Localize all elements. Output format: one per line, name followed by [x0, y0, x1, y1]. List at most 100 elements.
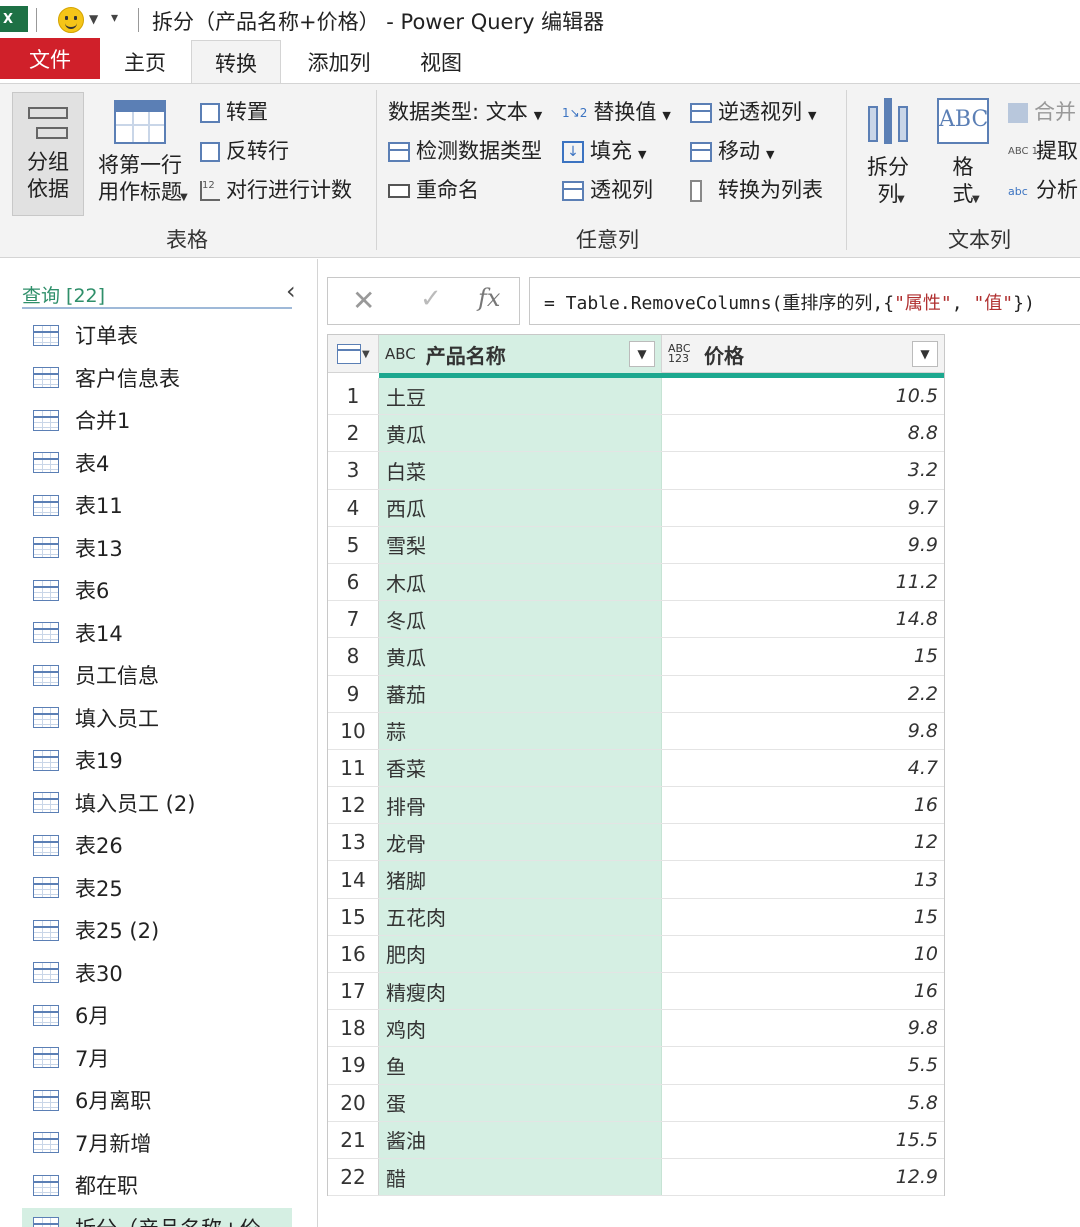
table-row[interactable]: 3 白菜 3.2 — [328, 452, 944, 490]
cell-product-name[interactable]: 醋 — [379, 1158, 662, 1196]
table-row[interactable]: 6 木瓜 11.2 — [328, 563, 944, 602]
feedback-smiley-icon[interactable] — [58, 7, 84, 33]
query-item[interactable]: 表14 — [22, 613, 292, 653]
table-row[interactable]: 21 酱油 15.5 — [328, 1121, 944, 1159]
table-row[interactable]: 13 龙骨 12 — [328, 824, 944, 862]
feedback-dropdown-icon[interactable]: ▼ — [89, 12, 98, 26]
extract-button[interactable]: ABC 123提取 — [1008, 135, 1078, 165]
query-item[interactable]: 客户信息表 — [22, 358, 292, 398]
cell-price[interactable]: 15.5 — [662, 1122, 944, 1158]
table-row[interactable]: 18 鸡肉 9.8 — [328, 1010, 944, 1048]
query-item[interactable]: 订单表 — [22, 315, 292, 355]
query-item[interactable]: 表25 (2) — [22, 910, 292, 950]
query-item[interactable]: 员工信息 — [22, 655, 292, 695]
query-item[interactable]: 6月离职 — [22, 1080, 292, 1120]
row-number[interactable]: 15 — [328, 898, 379, 935]
table-row[interactable]: 16 肥肉 10 — [328, 935, 944, 973]
query-item[interactable]: 表30 — [22, 953, 292, 993]
cell-product-name[interactable]: 雪梨 — [379, 526, 662, 563]
tab-view[interactable]: 视图 — [403, 40, 479, 83]
cell-product-name[interactable]: 香菜 — [379, 749, 662, 787]
table-row[interactable]: 20 蛋 5.8 — [328, 1084, 944, 1122]
convert-to-list-button[interactable]: 转换为列表 — [690, 174, 823, 204]
row-number[interactable]: 10 — [328, 712, 379, 749]
row-number[interactable]: 17 — [328, 973, 379, 1010]
cancel-formula-icon[interactable]: ✕ — [352, 284, 375, 317]
query-item[interactable]: 7月新增 — [22, 1123, 292, 1163]
cell-product-name[interactable]: 酱油 — [379, 1121, 662, 1158]
row-number[interactable]: 18 — [328, 1010, 379, 1047]
split-column-button[interactable]: 拆分 列 — [858, 94, 918, 208]
cell-price[interactable]: 13 — [662, 861, 944, 897]
cell-product-name[interactable]: 蕃茄 — [379, 675, 662, 712]
row-number[interactable]: 11 — [328, 749, 379, 787]
cell-price[interactable]: 10.5 — [662, 378, 944, 414]
cell-product-name[interactable]: 西瓜 — [379, 489, 662, 526]
cell-product-name[interactable]: 黄瓜 — [379, 638, 662, 675]
reverse-rows-button[interactable]: 反转行 — [200, 135, 289, 165]
transpose-button[interactable]: 转置 — [200, 96, 268, 126]
table-row[interactable]: 17 精瘦肉 16 — [328, 973, 944, 1011]
cell-price[interactable]: 9.8 — [662, 713, 944, 749]
cell-price[interactable]: 3.2 — [662, 452, 944, 488]
cell-price[interactable]: 4.7 — [662, 750, 944, 786]
query-item[interactable]: 填入员工 (2) — [22, 783, 292, 823]
cell-product-name[interactable]: 肥肉 — [379, 935, 662, 972]
tab-transform[interactable]: 转换 — [191, 40, 281, 84]
table-row[interactable]: 2 黄瓜 8.8 — [328, 415, 944, 453]
row-number[interactable]: 20 — [328, 1084, 379, 1121]
cell-product-name[interactable]: 白菜 — [379, 452, 662, 489]
use-first-row-dropdown-icon[interactable]: ▼ — [180, 192, 188, 203]
row-number[interactable]: 1 — [328, 378, 379, 415]
cell-product-name[interactable]: 龙骨 — [379, 824, 662, 861]
filter-dropdown-icon[interactable]: ▼ — [912, 341, 938, 367]
row-number[interactable]: 16 — [328, 935, 379, 972]
cell-price[interactable]: 12 — [662, 824, 944, 860]
query-item[interactable]: 表13 — [22, 528, 292, 568]
cell-price[interactable]: 12.9 — [662, 1159, 944, 1195]
row-number[interactable]: 8 — [328, 638, 379, 675]
row-number[interactable]: 7 — [328, 601, 379, 638]
table-row[interactable]: 5 雪梨 9.9 — [328, 526, 944, 564]
query-item[interactable]: 表25 — [22, 868, 292, 908]
use-first-row-button[interactable]: 将第一行 用作标题 — [88, 94, 192, 206]
data-type-dropdown[interactable]: 数据类型: 文本 ▼ — [388, 96, 542, 126]
table-row[interactable]: 1 土豆 10.5 — [328, 378, 944, 416]
customize-toolbar-icon[interactable]: ▾ — [111, 10, 118, 26]
any-type-icon[interactable]: ABC 123 — [668, 343, 694, 364]
row-number[interactable]: 21 — [328, 1121, 379, 1158]
cell-price[interactable]: 15 — [662, 638, 944, 674]
row-number[interactable]: 5 — [328, 526, 379, 563]
query-item[interactable]: 合并1 — [22, 400, 292, 440]
tab-add-column[interactable]: 添加列 — [292, 40, 386, 83]
cell-price[interactable]: 9.7 — [662, 490, 944, 526]
cell-price[interactable]: 9.9 — [662, 527, 944, 563]
query-item[interactable]: 填入员工 — [22, 698, 292, 738]
table-row[interactable]: 7 冬瓜 14.8 — [328, 601, 944, 639]
table-row[interactable]: 9 蕃茄 2.2 — [328, 675, 944, 713]
commit-formula-icon[interactable]: ✓ — [420, 284, 442, 314]
tab-home[interactable]: 主页 — [108, 40, 182, 83]
table-row[interactable]: 10 蒜 9.8 — [328, 712, 944, 750]
formula-bar-input[interactable]: = Table.RemoveColumns(重排序的列,{"属性", "值"}) — [529, 277, 1080, 325]
query-item[interactable]: 表6 — [22, 570, 292, 610]
row-number[interactable]: 13 — [328, 824, 379, 861]
table-row[interactable]: 15 五花肉 15 — [328, 898, 944, 936]
parse-button[interactable]: abc 分析 — [1008, 174, 1078, 204]
tab-file[interactable]: 文件 — [0, 38, 100, 79]
cell-product-name[interactable]: 蛋 — [379, 1084, 662, 1121]
fx-icon[interactable]: fx — [478, 284, 500, 312]
cell-product-name[interactable]: 鱼 — [379, 1047, 662, 1084]
group-by-button[interactable]: 分组 依据 — [12, 92, 84, 216]
cell-product-name[interactable]: 土豆 — [379, 378, 662, 415]
fill-button[interactable]: ↓ 填充 ▼ — [562, 135, 646, 165]
cell-product-name[interactable]: 排骨 — [379, 787, 662, 824]
row-number[interactable]: 6 — [328, 563, 379, 601]
query-item[interactable]: 表26 — [22, 825, 292, 865]
pivot-column-button[interactable]: 透视列 — [562, 174, 653, 204]
row-number[interactable]: 14 — [328, 861, 379, 898]
table-row[interactable]: 14 猪脚 13 — [328, 861, 944, 899]
unpivot-columns-button[interactable]: 逆透视列 ▼ — [690, 96, 816, 126]
detect-type-button[interactable]: 检测数据类型 — [388, 135, 542, 165]
table-row[interactable]: 4 西瓜 9.7 — [328, 489, 944, 527]
